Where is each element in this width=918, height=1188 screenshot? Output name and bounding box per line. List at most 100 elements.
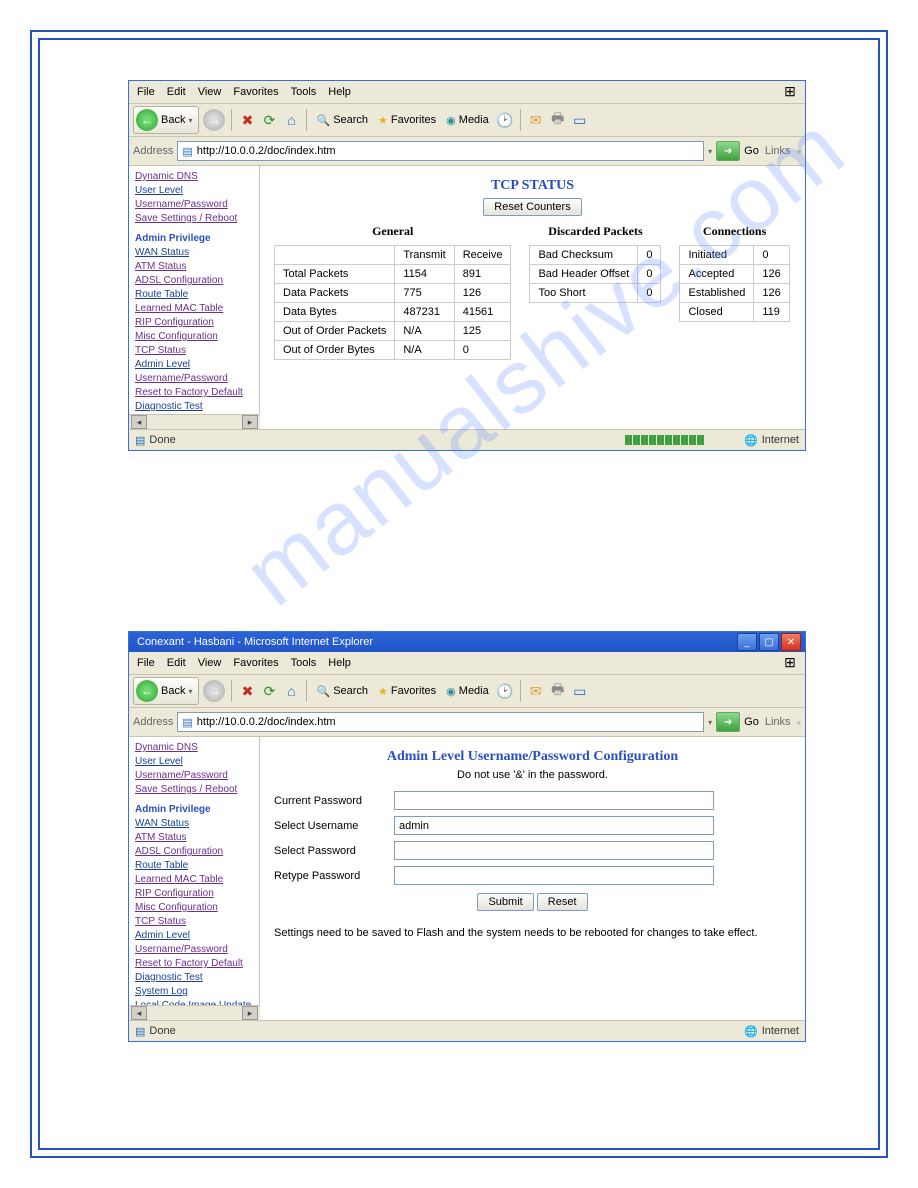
edit-button[interactable]: ▭ xyxy=(571,682,589,700)
toolbar: ← Back ▾ → ✖ ⟳ ⌂ 🔍Search ★Favorites ◉Med… xyxy=(129,675,805,708)
go-button[interactable]: ➜ xyxy=(716,141,740,161)
menu-file[interactable]: File xyxy=(133,657,159,669)
history-button[interactable]: 🕑 xyxy=(496,111,514,129)
sidebar-link[interactable]: Username/Password xyxy=(135,372,255,386)
reset-button[interactable]: Reset xyxy=(537,893,588,911)
sidebar-scroll[interactable]: ◂ ▸ xyxy=(129,414,260,429)
address-input[interactable]: ▤ http://10.0.0.2/doc/index.htm xyxy=(177,712,704,732)
sidebar-link[interactable]: Save Settings / Reboot xyxy=(135,783,255,797)
sidebar-link[interactable]: WAN Status xyxy=(135,246,255,260)
scroll-left-icon[interactable]: ◂ xyxy=(131,1006,147,1020)
search-button[interactable]: 🔍Search xyxy=(313,113,371,128)
favorites-button[interactable]: ★Favorites xyxy=(375,113,439,128)
sidebar-link[interactable]: Username/Password xyxy=(135,769,255,783)
sidebar-link[interactable]: ADSL Configuration xyxy=(135,845,255,859)
sidebar-link[interactable]: Misc Configuration xyxy=(135,901,255,915)
refresh-button[interactable]: ⟳ xyxy=(260,682,278,700)
sidebar-link[interactable]: Admin Level xyxy=(135,929,255,943)
menu-view[interactable]: View xyxy=(194,657,226,669)
submit-button[interactable]: Submit xyxy=(477,893,533,911)
sidebar-link[interactable]: Diagnostic Test xyxy=(135,971,255,985)
current-password-input[interactable] xyxy=(394,791,714,810)
sidebar-link[interactable]: ATM Status xyxy=(135,831,255,845)
ie-window-tcp-status: File Edit View Favorites Tools Help ⊞ ← … xyxy=(128,80,806,451)
back-button[interactable]: ← Back ▾ xyxy=(133,677,199,705)
print-button[interactable]: 🖶 xyxy=(549,111,567,129)
menubar: File Edit View Favorites Tools Help ⊞ xyxy=(129,81,805,104)
back-button[interactable]: ← Back ▾ xyxy=(133,106,199,134)
sidebar-link[interactable]: Learned MAC Table xyxy=(135,873,255,887)
menu-edit[interactable]: Edit xyxy=(163,657,190,669)
home-button[interactable]: ⌂ xyxy=(282,682,300,700)
maximize-button[interactable]: ▢ xyxy=(759,633,779,651)
sidebar-link[interactable]: User Level xyxy=(135,755,255,769)
sidebar-link[interactable]: Learned MAC Table xyxy=(135,302,255,316)
sidebar-link[interactable]: ATM Status xyxy=(135,260,255,274)
favorites-button[interactable]: ★Favorites xyxy=(375,684,439,699)
stop-button[interactable]: ✖ xyxy=(238,682,256,700)
sidebar-link[interactable]: Reset to Factory Default xyxy=(135,957,255,971)
sidebar-link[interactable]: Reset to Factory Default xyxy=(135,386,255,400)
menu-view[interactable]: View xyxy=(194,86,226,98)
table-row: Out of Order PacketsN/A125 xyxy=(275,322,511,341)
sidebar-link[interactable]: RIP Configuration xyxy=(135,887,255,901)
label-retype-password: Retype Password xyxy=(274,870,384,882)
sidebar-link[interactable]: TCP Status xyxy=(135,344,255,358)
sidebar-link[interactable]: Local Code Image Update xyxy=(135,999,255,1005)
forward-button[interactable]: → xyxy=(203,109,225,131)
chevron-down-icon[interactable]: ▾ xyxy=(708,718,712,727)
menu-edit[interactable]: Edit xyxy=(163,86,190,98)
home-button[interactable]: ⌂ xyxy=(282,111,300,129)
scroll-right-icon[interactable]: ▸ xyxy=(242,1006,258,1020)
scroll-right-icon[interactable]: ▸ xyxy=(242,415,258,429)
select-password-input[interactable] xyxy=(394,841,714,860)
minimize-button[interactable]: _ xyxy=(737,633,757,651)
sidebar-link[interactable]: ADSL Configuration xyxy=(135,274,255,288)
sidebar-link[interactable]: Misc Configuration xyxy=(135,330,255,344)
address-input[interactable]: ▤ http://10.0.0.2/doc/index.htm xyxy=(177,141,704,161)
refresh-button[interactable]: ⟳ xyxy=(260,111,278,129)
sidebar-link[interactable]: Username/Password xyxy=(135,198,255,212)
scroll-left-icon[interactable]: ◂ xyxy=(131,415,147,429)
sidebar-link[interactable]: Dynamic DNS xyxy=(135,741,255,755)
media-button[interactable]: ◉Media xyxy=(443,113,492,128)
search-button[interactable]: 🔍Search xyxy=(313,684,371,699)
chevron-down-icon[interactable]: ▾ xyxy=(708,147,712,156)
links-label[interactable]: Links xyxy=(763,145,793,157)
menu-help[interactable]: Help xyxy=(324,86,355,98)
sidebar-link[interactable]: WAN Status xyxy=(135,817,255,831)
sidebar-link[interactable]: Dynamic DNS xyxy=(135,170,255,184)
select-username-input[interactable] xyxy=(394,816,714,835)
mail-button[interactable]: ✉ xyxy=(527,682,545,700)
menu-help[interactable]: Help xyxy=(324,657,355,669)
sidebar-link[interactable]: Diagnostic Test xyxy=(135,400,255,414)
links-label[interactable]: Links xyxy=(763,716,793,728)
close-button[interactable]: ✕ xyxy=(781,633,801,651)
menu-tools[interactable]: Tools xyxy=(287,657,321,669)
sidebar-scroll[interactable]: ◂ ▸ xyxy=(129,1005,260,1020)
forward-button[interactable]: → xyxy=(203,680,225,702)
sidebar-link[interactable]: User Level xyxy=(135,184,255,198)
sidebar-link[interactable]: Save Settings / Reboot xyxy=(135,212,255,226)
edit-button[interactable]: ▭ xyxy=(571,111,589,129)
media-button[interactable]: ◉Media xyxy=(443,684,492,699)
menu-favorites[interactable]: Favorites xyxy=(229,657,282,669)
go-button[interactable]: ➜ xyxy=(716,712,740,732)
menu-favorites[interactable]: Favorites xyxy=(229,86,282,98)
sidebar-link[interactable]: TCP Status xyxy=(135,915,255,929)
sidebar-link[interactable]: Route Table xyxy=(135,288,255,302)
sidebar-link[interactable]: Admin Level xyxy=(135,358,255,372)
sidebar-link[interactable]: RIP Configuration xyxy=(135,316,255,330)
sidebar-link[interactable]: Username/Password xyxy=(135,943,255,957)
menu-file[interactable]: File xyxy=(133,86,159,98)
menu-tools[interactable]: Tools xyxy=(287,86,321,98)
mail-button[interactable]: ✉ xyxy=(527,111,545,129)
history-button[interactable]: 🕑 xyxy=(496,682,514,700)
sidebar-link[interactable]: Route Table xyxy=(135,859,255,873)
sidebar-link[interactable]: System Log xyxy=(135,985,255,999)
stop-button[interactable]: ✖ xyxy=(238,111,256,129)
table-row: Bad Checksum0 xyxy=(530,246,661,265)
retype-password-input[interactable] xyxy=(394,866,714,885)
print-button[interactable]: 🖶 xyxy=(549,682,567,700)
reset-counters-button[interactable]: Reset Counters xyxy=(483,198,581,216)
